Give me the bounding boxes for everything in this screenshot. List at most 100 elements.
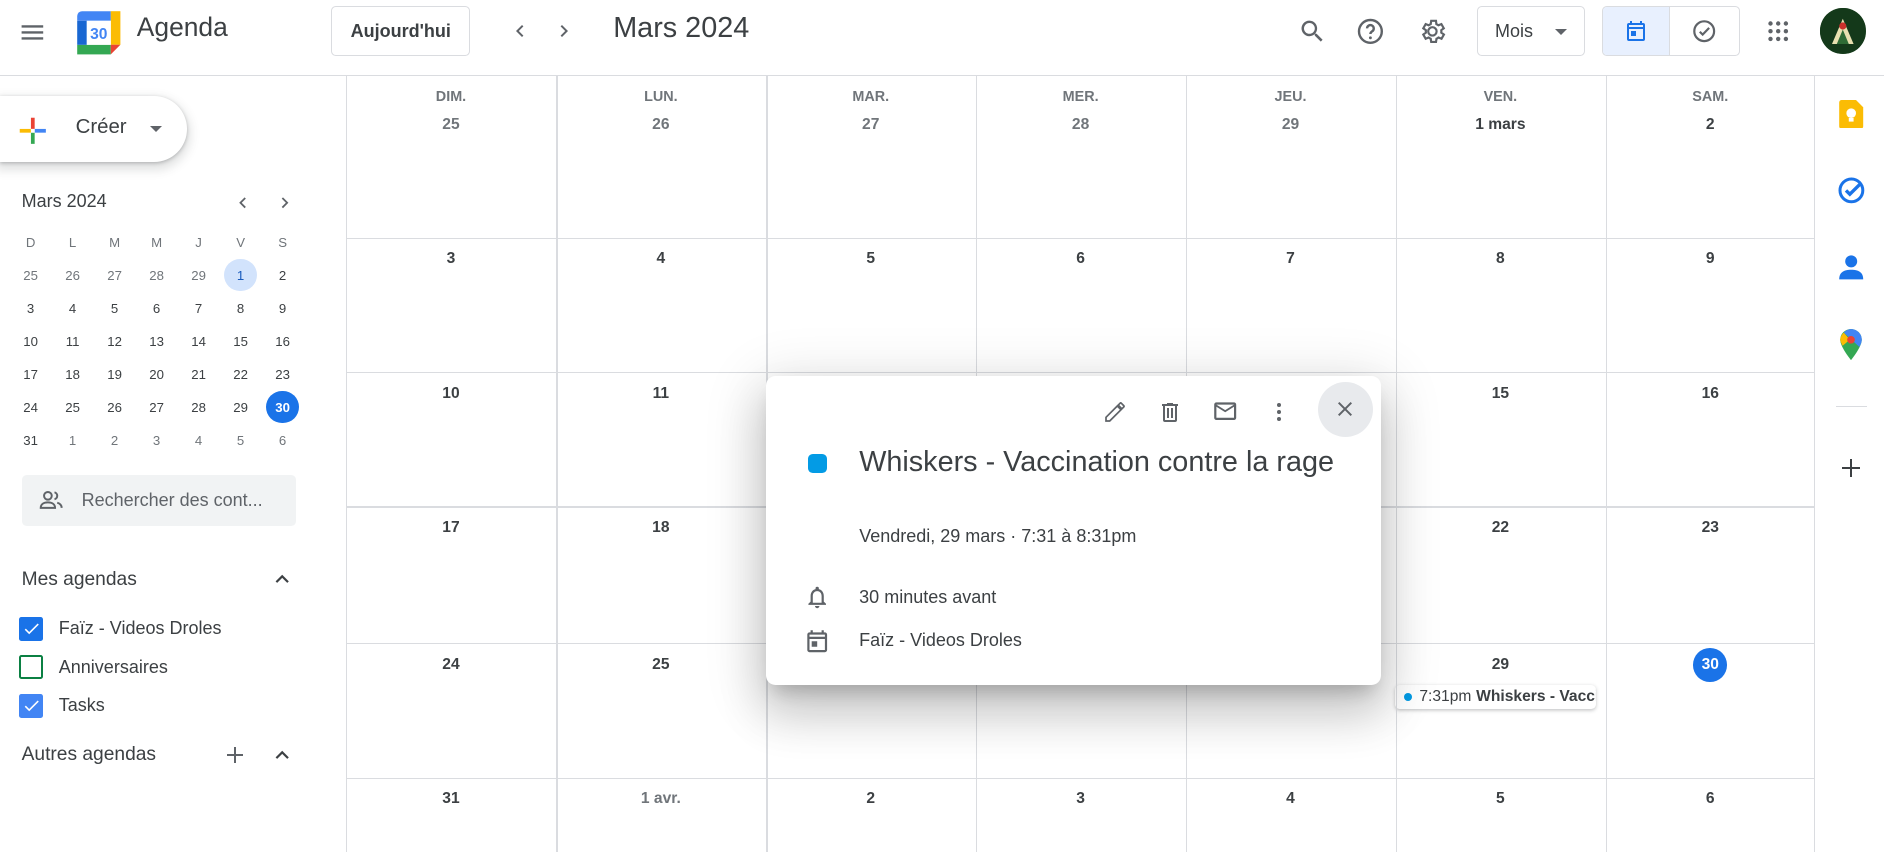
calendar-logo[interactable]: 30	[76, 10, 122, 56]
maps-button[interactable]	[1832, 325, 1870, 363]
event-chip[interactable]: 7:31pm Whiskers - Vaccination contre la …	[1395, 685, 1596, 710]
tasks-view-toggle[interactable]	[1670, 7, 1739, 55]
help-button[interactable]	[1346, 7, 1394, 55]
mini-calendar-day[interactable]: 28	[178, 391, 220, 424]
mini-calendar-day[interactable]: 8	[220, 292, 262, 325]
close-popover-button[interactable]	[1317, 381, 1373, 437]
my-calendars-collapse-button[interactable]	[265, 563, 299, 597]
day-number[interactable]: 16	[1606, 377, 1815, 411]
day-number[interactable]: 17	[347, 511, 556, 545]
mini-calendar-day[interactable]: 1	[52, 424, 94, 457]
day-number[interactable]: 24	[347, 648, 556, 682]
mini-calendar-day[interactable]: 31	[10, 424, 52, 457]
day-number[interactable]: 27	[766, 108, 975, 142]
mini-calendar-day[interactable]: 26	[94, 391, 136, 424]
main-menu-button[interactable]	[7, 7, 57, 57]
mini-calendar-day[interactable]: 6	[136, 292, 178, 325]
day-number[interactable]: 4	[556, 242, 765, 276]
calendar-checkbox[interactable]	[19, 616, 44, 641]
mini-calendar-day[interactable]: 20	[136, 358, 178, 391]
calendar-item[interactable]: Tasks	[19, 689, 105, 723]
mini-calendar-day[interactable]: 21	[178, 358, 220, 391]
mini-calendar-day[interactable]: 3	[136, 424, 178, 457]
day-number[interactable]: 5	[1396, 782, 1605, 816]
mini-calendar-day[interactable]: 2	[262, 259, 304, 292]
view-select[interactable]: Mois	[1477, 6, 1586, 57]
next-month-button[interactable]	[542, 10, 585, 53]
other-calendars-collapse-button[interactable]	[265, 738, 299, 772]
day-number[interactable]: 18	[556, 511, 765, 545]
day-number[interactable]: 31	[347, 782, 556, 816]
mini-calendar-day[interactable]: 11	[52, 325, 94, 358]
day-number[interactable]: 22	[1396, 511, 1605, 545]
mini-calendar-day[interactable]: 29	[178, 259, 220, 292]
day-number[interactable]: 29	[1396, 648, 1605, 682]
day-number[interactable]: 11	[556, 377, 765, 411]
mini-calendar-day[interactable]: 27	[94, 259, 136, 292]
day-number[interactable]: 8	[1396, 242, 1605, 276]
day-number[interactable]: 2	[1606, 108, 1815, 142]
mini-calendar-day[interactable]: 7	[178, 292, 220, 325]
keep-button[interactable]	[1832, 95, 1870, 133]
mini-calendar-day[interactable]: 5	[220, 424, 262, 457]
day-number[interactable]: 3	[347, 242, 556, 276]
settings-button[interactable]	[1409, 7, 1457, 55]
day-number[interactable]: 10	[347, 377, 556, 411]
add-other-calendar-button[interactable]	[218, 738, 252, 772]
day-number[interactable]: 7	[1186, 242, 1395, 276]
mini-calendar-day[interactable]: 1	[220, 258, 262, 292]
day-number[interactable]: 25	[347, 108, 556, 142]
mini-calendar-day[interactable]: 4	[178, 424, 220, 457]
day-number[interactable]: 3	[976, 782, 1185, 816]
calendar-checkbox[interactable]	[19, 655, 44, 680]
mini-calendar-day[interactable]: 2	[94, 424, 136, 457]
day-number[interactable]: 6	[976, 242, 1185, 276]
mini-calendar-day[interactable]: 18	[52, 358, 94, 391]
mini-calendar-day[interactable]: 26	[52, 259, 94, 292]
day-number[interactable]: 23	[1606, 511, 1815, 545]
calendar-item[interactable]: Anniversaires	[19, 650, 168, 684]
delete-event-button[interactable]	[1146, 388, 1194, 436]
mini-calendar-day[interactable]: 28	[136, 259, 178, 292]
mini-calendar-day[interactable]: 24	[10, 391, 52, 424]
more-options-button[interactable]	[1255, 388, 1303, 436]
day-number[interactable]: 2	[766, 782, 975, 816]
day-number[interactable]: 25	[556, 648, 765, 682]
calendar-checkbox[interactable]	[19, 693, 44, 718]
day-number[interactable]: 5	[766, 242, 975, 276]
day-number[interactable]: 28	[976, 108, 1185, 142]
get-addons-button[interactable]	[1832, 449, 1870, 487]
day-number[interactable]: 4	[1186, 782, 1395, 816]
mini-calendar-day[interactable]: 15	[220, 325, 262, 358]
email-guests-button[interactable]	[1201, 388, 1249, 436]
day-number[interactable]: 1 avr.	[556, 782, 765, 816]
mini-calendar-day[interactable]: 4	[52, 292, 94, 325]
day-number[interactable]: 30	[1606, 647, 1815, 682]
mini-calendar-day[interactable]: 12	[94, 325, 136, 358]
tasks-button[interactable]	[1832, 172, 1870, 210]
mini-calendar-day[interactable]: 3	[10, 292, 52, 325]
mini-calendar-prev-button[interactable]	[226, 186, 260, 220]
day-number[interactable]: 6	[1606, 782, 1815, 816]
people-search-input[interactable]	[81, 475, 286, 526]
search-button[interactable]	[1289, 7, 1337, 55]
mini-calendar-day[interactable]: 17	[10, 358, 52, 391]
today-button[interactable]: Aujourd'hui	[331, 6, 471, 57]
mini-calendar-day[interactable]: 14	[178, 325, 220, 358]
create-button[interactable]: Créer	[0, 96, 188, 162]
mini-calendar-day[interactable]: 30	[262, 390, 304, 424]
previous-month-button[interactable]	[498, 10, 541, 53]
mini-calendar-day[interactable]: 25	[10, 259, 52, 292]
google-apps-button[interactable]	[1754, 7, 1802, 55]
mini-calendar-day[interactable]: 19	[94, 358, 136, 391]
mini-calendar-day[interactable]: 5	[94, 292, 136, 325]
day-number[interactable]: 9	[1606, 242, 1815, 276]
day-number[interactable]: 26	[556, 108, 765, 142]
day-number[interactable]: 29	[1186, 108, 1395, 142]
contacts-button[interactable]	[1832, 248, 1870, 286]
mini-calendar-day[interactable]: 13	[136, 325, 178, 358]
mini-calendar-day[interactable]: 22	[220, 358, 262, 391]
mini-calendar-day[interactable]: 29	[220, 391, 262, 424]
mini-calendar-day[interactable]: 27	[136, 391, 178, 424]
calendar-item[interactable]: Faïz - Videos Droles	[19, 612, 222, 646]
